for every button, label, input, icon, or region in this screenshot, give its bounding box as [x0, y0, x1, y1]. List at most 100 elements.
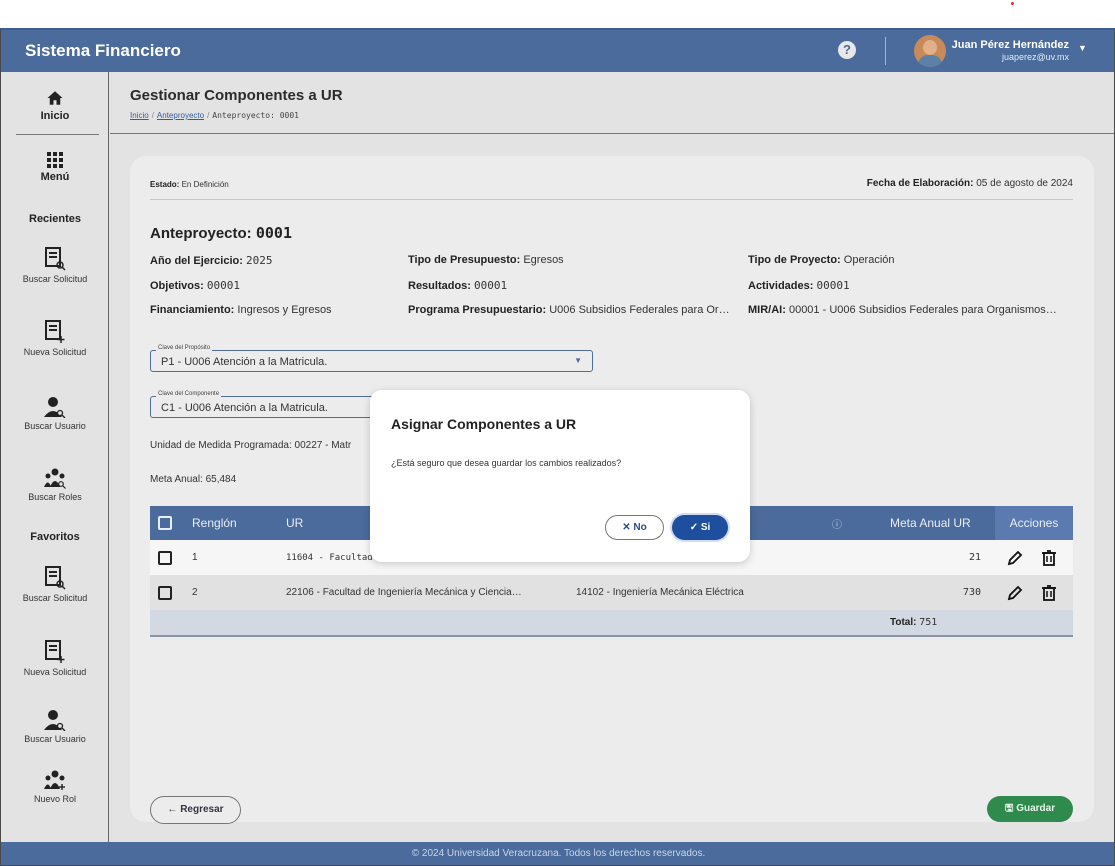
sidebar-item-label: Buscar Solicitud [22, 274, 88, 284]
new-role-icon [44, 770, 65, 790]
delete-icon[interactable] [1041, 549, 1056, 566]
anio-ejercicio: Año del Ejercicio: 2025 [150, 254, 273, 267]
project-title: Anteproyecto: 0001 [150, 224, 292, 242]
breadcrumb-anteproyecto[interactable]: Anteproyecto [157, 111, 204, 120]
search-user-icon [44, 397, 66, 418]
estado: Estado: En Definición [150, 180, 229, 189]
chevron-down-icon[interactable]: ▼ [1078, 43, 1087, 53]
help-icon[interactable]: ? [838, 41, 856, 59]
user-email: juaperez@uv.mx [1002, 52, 1069, 62]
close-icon: ✕ [622, 522, 631, 533]
cell-renglon: 1 [184, 540, 278, 575]
cell-meta: 730 [882, 575, 995, 610]
delete-icon[interactable] [1041, 584, 1056, 601]
sidebar-item-label: Menú [40, 171, 70, 183]
no-button[interactable]: ✕ No [605, 515, 664, 540]
arrow-left-icon: ← [167, 804, 178, 815]
sidebar-item-nueva-solicitud[interactable]: Nueva Solicitud [1, 320, 109, 357]
row-checkbox[interactable] [150, 575, 184, 610]
breadcrumb-current: Anteproyecto: 0001 [212, 111, 299, 120]
top-bar: Sistema Financiero ? Juan Pérez Hernánde… [1, 30, 1114, 72]
cell-actions [995, 540, 1073, 575]
sidebar-item-label: Inicio [40, 110, 70, 122]
objetivos: Objetivos: 00001 [150, 279, 240, 292]
sidebar-item-label: Nuevo Rol [33, 794, 77, 804]
edit-icon[interactable] [1007, 550, 1023, 566]
top-divider [885, 37, 886, 65]
home-icon [47, 91, 63, 105]
page-header: Gestionar Componentes a UR Inicio / Antepr… [110, 72, 1114, 134]
cell-meta: 21 [882, 540, 995, 575]
mir-ai: MIR/AI: 00001 - U006 Subsidios Federales… [748, 304, 1057, 316]
actividades: Actividades: 00001 [748, 279, 850, 292]
field-label: Clave del Propósito [156, 345, 213, 351]
si-button[interactable]: ✓ Si [672, 515, 728, 540]
sidebar-divider [16, 134, 99, 135]
check-icon: ✓ [689, 522, 699, 533]
page-title: Gestionar Componentes a UR [130, 87, 343, 104]
sidebar-item-label: Buscar Solicitud [22, 593, 88, 603]
sidebar-item-nuevo-rol[interactable]: Nuevo Rol [1, 769, 109, 804]
recientes-heading: Recientes [29, 213, 81, 225]
sidebar-item-menu[interactable]: Menú [1, 152, 109, 183]
sidebar-item-label: Nueva Solicitud [23, 667, 87, 677]
row-checkbox[interactable] [150, 540, 184, 575]
sidebar-item-label: Buscar Usuario [24, 421, 86, 431]
sidebar-item-buscar-usuario[interactable]: Buscar Usuario [1, 396, 109, 431]
sidebar-item-buscar-usuario-fav[interactable]: Buscar Usuario [1, 709, 109, 744]
app-window: Sistema Financiero ? Juan Pérez Hernánde… [0, 28, 1115, 866]
breadcrumb: Inicio / Anteproyecto / Anteproyecto: 0001 [130, 111, 299, 120]
favoritos-heading: Favoritos [30, 531, 80, 543]
search-document-icon [45, 566, 66, 590]
sidebar-item-buscar-solicitud[interactable]: Buscar Solicitud [1, 247, 109, 284]
fecha-elaboracion: Fecha de Elaboración: 05 de agosto de 20… [866, 178, 1073, 189]
app-title: Sistema Financiero [25, 41, 181, 60]
cell-programa: 14102 - Ingeniería Mecánica Eléctrica [568, 575, 824, 610]
sidebar-item-buscar-roles[interactable]: Buscar Roles [1, 467, 109, 502]
regresar-button[interactable]: ← Regresar [150, 796, 241, 824]
sidebar-item-inicio[interactable]: Inicio [1, 89, 109, 122]
footer: © 2024 Universidad Veracruzana. Todos lo… [1, 842, 1114, 865]
dialog-message: ¿Está seguro que desea guardar los cambi… [391, 458, 622, 468]
user-name: Juan Pérez Hernández [951, 39, 1069, 51]
help-icon[interactable]: ⓘ [824, 506, 882, 540]
resultados: Resultados: 00001 [408, 279, 508, 292]
total: Total: 751 [882, 610, 995, 637]
field-value: P1 - U006 Atención a la Matricula. [161, 356, 328, 368]
table-row: 2 22106 - Facultad de Ingeniería Mecánic… [150, 575, 1073, 610]
proposito-select[interactable]: Clave del Propósito P1 - U006 Atención a… [150, 345, 593, 372]
cell-ur: 22106 - Facultad de Ingeniería Mecánica … [278, 575, 568, 610]
corner-dot [1011, 2, 1014, 5]
select-all-checkbox[interactable] [150, 506, 184, 540]
field-label: Clave del Componente [156, 391, 222, 397]
save-icon: 🖫 [1004, 803, 1014, 814]
sidebar: Inicio Menú Recientes Buscar Solicitud N… [1, 72, 109, 842]
unidad-medida: Unidad de Medida Programada: 00227 - Mat… [150, 440, 352, 451]
meta-anual: Meta Anual: 65,484 [150, 474, 237, 485]
chevron-down-icon: ▼ [574, 356, 582, 365]
column-acciones: Acciones [995, 506, 1073, 540]
sidebar-item-label: Nueva Solicitud [23, 347, 87, 357]
new-document-icon [45, 640, 65, 663]
column-renglon[interactable]: Renglón [184, 506, 278, 540]
column-meta-anual-ur[interactable]: Meta Anual UR [882, 506, 995, 540]
programa-presupuestario: Programa Presupuestario: U006 Subsidios … [408, 304, 730, 316]
edit-icon[interactable] [1007, 585, 1023, 601]
divider [150, 199, 1073, 200]
financiamiento: Financiamiento: Ingresos y Egresos [150, 304, 332, 316]
breadcrumb-inicio[interactable]: Inicio [130, 111, 149, 120]
sidebar-item-label: Buscar Usuario [24, 734, 86, 744]
search-document-icon [45, 247, 66, 271]
avatar[interactable] [914, 35, 946, 67]
dialog-title: Asignar Componentes a UR [391, 416, 577, 432]
search-user-icon [44, 710, 66, 731]
confirm-dialog: Asignar Componentes a UR ¿Está seguro qu… [370, 390, 750, 562]
field-value: C1 - U006 Atención a la Matricula. [161, 402, 328, 414]
sidebar-item-buscar-solicitud-fav[interactable]: Buscar Solicitud [1, 566, 109, 603]
guardar-button[interactable]: 🖫 Guardar [987, 796, 1073, 822]
sidebar-item-nueva-solicitud-fav[interactable]: Nueva Solicitud [1, 640, 109, 677]
cell-renglon: 2 [184, 575, 278, 610]
cell-actions [995, 575, 1073, 610]
search-roles-icon [44, 468, 66, 489]
new-document-icon [45, 320, 65, 343]
